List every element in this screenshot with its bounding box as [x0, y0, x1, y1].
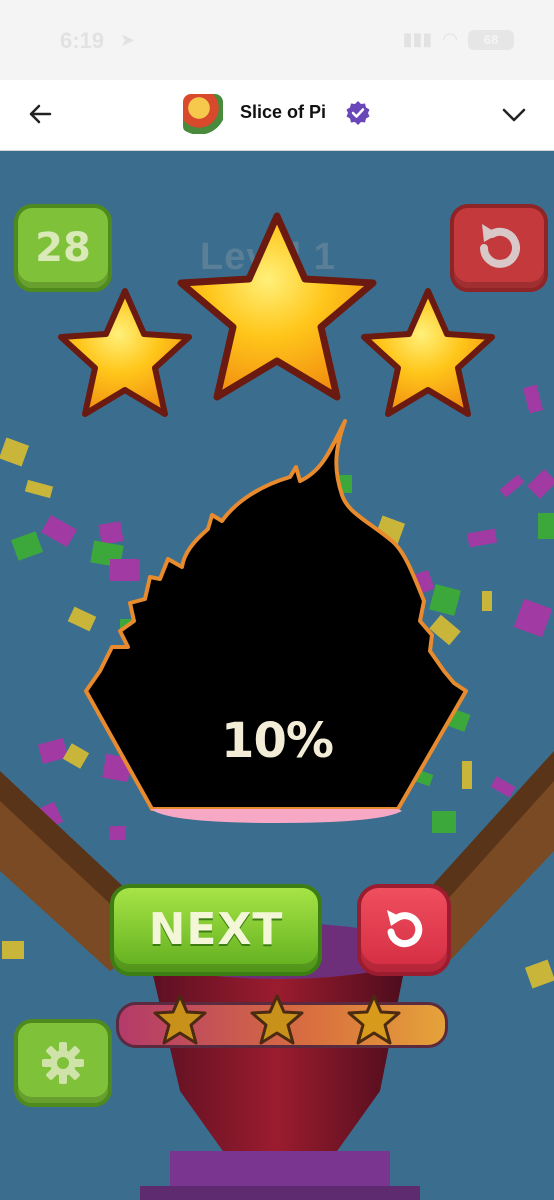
progress-star-icon — [250, 994, 304, 1045]
back-arrow-icon[interactable] — [24, 98, 56, 130]
progress-star-icon — [153, 994, 207, 1045]
completion-percent: 10% — [221, 713, 334, 769]
battery-icon: 68 — [468, 29, 514, 50]
status-indicators: ▮▮▮ ◠ 68 — [403, 29, 514, 50]
retry-button[interactable] — [357, 884, 451, 976]
progress-star-icon — [347, 994, 401, 1045]
game-canvas[interactable]: 28 Level 1 10% NEXT — [0, 151, 554, 1200]
next-button[interactable]: NEXT — [110, 884, 322, 976]
wifi-icon: ◠ — [442, 29, 458, 49]
settings-button[interactable] — [14, 1019, 112, 1107]
signal-icon: ▮▮▮ — [402, 29, 433, 49]
chevron-down-icon[interactable] — [498, 98, 530, 130]
app-title: Slice of Pi — [240, 102, 327, 122]
app-logo — [183, 94, 223, 134]
gear-icon — [42, 1042, 84, 1084]
location-icon: ➤ — [120, 30, 136, 50]
verified-badge-icon — [346, 101, 370, 125]
restart-icon — [387, 910, 423, 948]
status-bar: 6:19 ➤ ▮▮▮ ◠ 68 — [0, 0, 554, 80]
next-button-label: NEXT — [148, 904, 284, 955]
status-time: 6:19 — [60, 28, 105, 53]
app-header: Slice of Pi — [0, 80, 554, 151]
